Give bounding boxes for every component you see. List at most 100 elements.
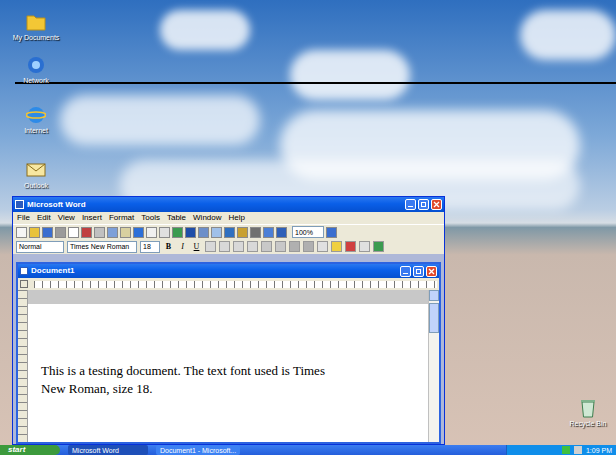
toolbar-button-icon[interactable] [120, 227, 131, 238]
minimize-button[interactable] [405, 199, 416, 210]
format-button[interactable]: B [163, 241, 174, 253]
close-button[interactable] [426, 266, 437, 277]
desktop-icon[interactable]: Outlook [8, 160, 64, 190]
start-button[interactable]: start [0, 445, 60, 455]
toolbar-button-icon[interactable] [219, 241, 230, 252]
font-field-value: Times New Roman [70, 243, 129, 250]
toolbar-button-icon[interactable] [29, 227, 40, 238]
menu-item[interactable]: Format [109, 214, 134, 222]
toolbar-button-icon[interactable] [55, 227, 66, 238]
page-gap [28, 290, 428, 304]
system-tray: 1:09 PM [506, 445, 616, 455]
close-button[interactable] [431, 199, 442, 210]
menu-item[interactable]: Tools [141, 214, 160, 222]
cloud [60, 95, 260, 145]
toolbar-button-icon[interactable] [247, 241, 258, 252]
desktop-icon-label: My Documents [13, 34, 60, 42]
document-title: Document1 [31, 267, 75, 275]
window-title: Microsoft Word [27, 201, 86, 209]
window-controls [405, 199, 442, 210]
scrollbar[interactable] [428, 290, 439, 442]
toolbar-button-icon[interactable] [317, 241, 328, 252]
mdi-area: Document1 This is a testing document. The… [13, 254, 444, 444]
toolbar-button-icon[interactable] [275, 241, 286, 252]
format-button[interactable]: I [177, 241, 188, 253]
size-field[interactable]: 18 [140, 241, 160, 253]
scroll-up-icon[interactable] [429, 290, 439, 301]
taskbar-button[interactable]: Microsoft Word [68, 445, 148, 455]
menu-item[interactable]: Table [167, 214, 186, 222]
toolbar-button-icon[interactable] [345, 241, 356, 252]
toolbar-button-icon[interactable] [172, 227, 183, 238]
desktop-icon-label: Network [23, 77, 49, 85]
document-title-bar: Document1 [18, 264, 439, 278]
maximize-icon [421, 202, 426, 207]
toolbar-button-icon[interactable] [211, 227, 222, 238]
font-field[interactable]: Times New Roman [67, 241, 137, 253]
desktop-icon-label: Outlook [24, 182, 48, 190]
minimize-icon [408, 206, 413, 207]
format-button[interactable]: U [191, 241, 202, 253]
toolbar-button-icon[interactable] [198, 227, 209, 238]
toolbar-button-icon[interactable] [289, 241, 300, 252]
toolbar-button-icon[interactable] [331, 241, 342, 252]
toolbar-button-icon[interactable] [42, 227, 53, 238]
document-line: New Roman, size 18. [41, 380, 428, 398]
desktop-item-icon [26, 55, 46, 75]
ruler-scale [34, 281, 437, 288]
toolbar-button-icon[interactable] [373, 241, 384, 252]
taskbar-button-label: Document1 - Microsoft... [160, 447, 236, 454]
cloud [290, 50, 410, 100]
desktop-item-icon [26, 12, 46, 32]
tray-icon[interactable] [574, 446, 582, 454]
recycle-bin[interactable]: Recycle Bin [562, 398, 614, 428]
toolbar-button-icon[interactable] [133, 227, 144, 238]
toolbar-button-icon[interactable] [159, 227, 170, 238]
taskbar-button[interactable]: Document1 - Microsoft... [156, 445, 240, 455]
desktop-icon-label: Internet [24, 127, 48, 135]
recycle-bin-icon [579, 398, 597, 418]
menu-item[interactable]: Window [193, 214, 221, 222]
standard-toolbar: 100% [13, 224, 444, 239]
toolbar-button-icon[interactable] [261, 241, 272, 252]
maximize-button[interactable] [413, 266, 424, 277]
cloud [520, 10, 616, 60]
menu-item[interactable]: View [58, 214, 75, 222]
toolbar-button-icon[interactable] [250, 227, 261, 238]
desktop-icon[interactable]: My Documents [8, 12, 64, 42]
toolbar-button-icon[interactable] [303, 241, 314, 252]
toolbar-button-icon[interactable] [263, 227, 274, 238]
menu-item[interactable]: Help [229, 214, 245, 222]
scroll-thumb[interactable] [429, 303, 439, 333]
document-icon [20, 267, 28, 275]
toolbar-button-icon[interactable] [233, 241, 244, 252]
toolbar-button-icon[interactable] [146, 227, 157, 238]
zoom-field[interactable]: 100% [292, 226, 324, 238]
toolbar-button-icon[interactable] [205, 241, 216, 252]
menu-item[interactable]: Edit [37, 214, 51, 222]
taskbar-button-label: Microsoft Word [72, 447, 119, 454]
menu-item[interactable]: Insert [82, 214, 102, 222]
maximize-button[interactable] [418, 199, 429, 210]
toolbar-button-icon[interactable] [237, 227, 248, 238]
toolbar-button-icon[interactable] [185, 227, 196, 238]
document-page[interactable]: This is a testing document. The text fon… [28, 290, 428, 442]
desktop-icon[interactable]: Internet [8, 105, 64, 135]
tab-selector-icon[interactable] [20, 280, 28, 288]
menu-item[interactable]: File [17, 214, 30, 222]
toolbar-button-icon[interactable] [224, 227, 235, 238]
toolbar-button-icon[interactable] [68, 227, 79, 238]
toolbar-button-icon[interactable] [16, 227, 27, 238]
toolbar-button-icon[interactable] [359, 241, 370, 252]
toolbar-button-icon[interactable] [276, 227, 287, 238]
tray-icon[interactable] [562, 446, 570, 454]
toolbar-button-icon[interactable] [94, 227, 105, 238]
style-field-value: Normal [19, 243, 42, 250]
help-icon[interactable] [326, 227, 337, 238]
minimize-button[interactable] [400, 266, 411, 277]
desktop-icon[interactable]: Network [8, 55, 64, 85]
toolbar-button-icon[interactable] [81, 227, 92, 238]
style-field[interactable]: Normal [16, 241, 64, 253]
document-text[interactable]: This is a testing document. The text fon… [28, 304, 428, 398]
toolbar-button-icon[interactable] [107, 227, 118, 238]
